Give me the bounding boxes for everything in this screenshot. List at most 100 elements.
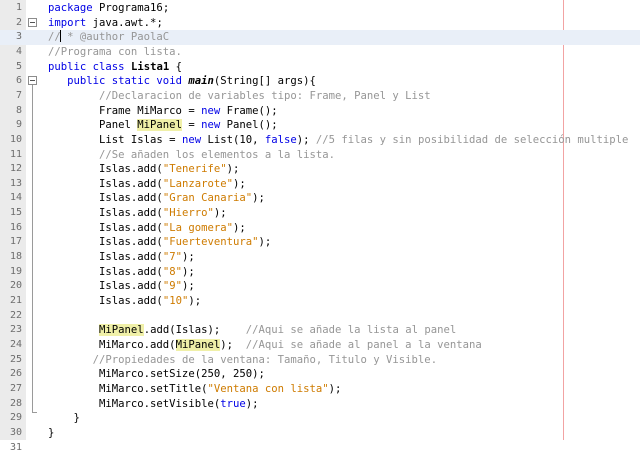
code-line[interactable]: 13 Islas.add("Lanzarote"); <box>0 177 640 192</box>
code-token: //Propiedades de la ventana: Tamaño, Tit… <box>93 354 437 366</box>
code-line[interactable]: 17 Islas.add("Fuerteventura"); <box>0 235 640 250</box>
code-token: ); <box>220 339 246 351</box>
code-text: Panel MiPanel = new Panel(); <box>48 118 278 133</box>
code-line[interactable]: 30} <box>0 426 640 441</box>
code-line[interactable]: 1package Programa16; <box>0 1 640 16</box>
code-token: MiPanel <box>176 339 221 351</box>
code-text: Islas.add("10"); <box>48 294 201 309</box>
code-line[interactable]: 2import java.awt.*; <box>0 16 640 31</box>
code-token <box>48 354 93 366</box>
line-number: 9 <box>0 118 22 133</box>
code-token <box>48 149 99 161</box>
code-line[interactable]: 29 } <box>0 411 640 426</box>
code-line[interactable]: 16 Islas.add("La gomera"); <box>0 221 640 236</box>
code-token: java.awt.*; <box>86 17 163 29</box>
code-line[interactable]: 24 MiMarco.add(MiPanel); //Aqui se añade… <box>0 338 640 353</box>
code-token: Frame MiMarco = <box>48 105 201 117</box>
code-token: "Lanzarote" <box>163 178 233 190</box>
code-token <box>48 75 67 87</box>
line-number: 3 <box>0 30 22 45</box>
code-line[interactable]: 7 //Declaracion de variables tipo: Frame… <box>0 89 640 104</box>
code-token: MiMarco.add( <box>48 339 176 351</box>
code-line[interactable]: 14 Islas.add("Gran Canaria"); <box>0 191 640 206</box>
code-token: ); <box>233 222 246 234</box>
line-number: 19 <box>0 265 22 280</box>
code-line[interactable]: 21 Islas.add("10"); <box>0 294 640 309</box>
line-number: 8 <box>0 104 22 119</box>
code-text: Islas.add("Tenerife"); <box>48 162 239 177</box>
code-line[interactable]: 4//Programa con lista. <box>0 45 640 60</box>
code-text: MiPanel.add(Islas); //Aqui se añade la l… <box>48 323 456 338</box>
code-token: "10" <box>163 295 189 307</box>
code-text: Islas.add("Fuerteventura"); <box>48 235 271 250</box>
code-token: ); <box>227 163 240 175</box>
code-token: Islas.add( <box>48 163 163 175</box>
code-line[interactable]: 3 // * @author PaolaC <box>0 30 640 45</box>
code-token: Islas.add( <box>48 207 163 219</box>
code-line[interactable]: 9 Panel MiPanel = new Panel(); <box>0 118 640 133</box>
code-line[interactable]: 18 Islas.add("7"); <box>0 250 640 265</box>
code-text: List Islas = new List(10, false); //5 fi… <box>48 133 628 148</box>
code-token: { <box>169 61 182 73</box>
code-line[interactable]: 23 MiPanel.add(Islas); //Aqui se añade l… <box>0 323 640 338</box>
line-number: 20 <box>0 279 22 294</box>
code-line[interactable]: 6 public static void main(String[] args)… <box>0 74 640 89</box>
code-text: //Se añaden los elementos a la lista. <box>48 148 335 163</box>
code-token: Panel(); <box>220 119 277 131</box>
line-number: 22 <box>0 309 22 324</box>
code-token: } <box>48 412 80 424</box>
line-number: 30 <box>0 426 22 441</box>
code-text: //Declaracion de variables tipo: Frame, … <box>48 89 431 104</box>
code-line[interactable]: 27 MiMarco.setTitle("Ventana con lista")… <box>0 382 640 397</box>
code-token: main <box>188 75 214 87</box>
code-text: MiMarco.setVisible(true); <box>48 397 259 412</box>
line-number: 11 <box>0 148 22 163</box>
code-token: Islas.add( <box>48 295 163 307</box>
code-line[interactable]: 26 MiMarco.setSize(250, 250); <box>0 367 640 382</box>
code-line[interactable]: 20 Islas.add("9"); <box>0 279 640 294</box>
code-line[interactable]: 19 Islas.add("8"); <box>0 265 640 280</box>
code-editor[interactable]: 1package Programa16;2import java.awt.*;3… <box>0 0 640 440</box>
code-line[interactable]: 12 Islas.add("Tenerife"); <box>0 162 640 177</box>
code-token: Islas.add( <box>48 266 163 278</box>
code-token: } <box>48 427 54 439</box>
code-token: ); <box>258 236 271 248</box>
code-text: public static void main(String[] args){ <box>48 74 316 89</box>
code-token: //Aqui se añade la lista al panel <box>246 324 456 336</box>
code-line[interactable]: 25 //Propiedades de la ventana: Tamaño, … <box>0 353 640 368</box>
line-number: 29 <box>0 411 22 426</box>
code-token: Panel <box>48 119 137 131</box>
code-token: .add(Islas); <box>144 324 246 336</box>
code-token: ); <box>329 383 342 395</box>
code-text: Islas.add("Lanzarote"); <box>48 177 246 192</box>
code-token: "Hierro" <box>163 207 214 219</box>
code-token: package <box>48 2 93 14</box>
code-token: //Declaracion de variables tipo: Frame, … <box>99 90 431 102</box>
code-line[interactable]: 11 //Se añaden los elementos a la lista. <box>0 148 640 163</box>
code-token: ); <box>297 134 316 146</box>
code-token: import <box>48 17 86 29</box>
code-line[interactable]: 10 List Islas = new List(10, false); //5… <box>0 133 640 148</box>
code-line[interactable]: 15 Islas.add("Hierro"); <box>0 206 640 221</box>
code-text: //Programa con lista. <box>48 45 182 60</box>
code-token: List Islas = <box>48 134 182 146</box>
code-token: MiMarco.setVisible( <box>48 398 220 410</box>
line-number: 13 <box>0 177 22 192</box>
code-token: ); <box>252 192 265 204</box>
code-text: //Propiedades de la ventana: Tamaño, Tit… <box>48 353 437 368</box>
code-text: MiMarco.setTitle("Ventana con lista"); <box>48 382 341 397</box>
code-token: true <box>220 398 246 410</box>
line-number: 6 <box>0 74 22 89</box>
code-token: Islas.add( <box>48 178 163 190</box>
code-line[interactable]: 28 MiMarco.setVisible(true); <box>0 397 640 412</box>
code-line[interactable]: 5public class Lista1 { <box>0 60 640 75</box>
code-line[interactable]: 8 Frame MiMarco = new Frame(); <box>0 104 640 119</box>
code-token: false <box>265 134 297 146</box>
code-token: Islas.add( <box>48 280 163 292</box>
code-token: MiMarco.setTitle( <box>48 383 207 395</box>
code-line[interactable]: 22 <box>0 309 640 324</box>
line-number: 10 <box>0 133 22 148</box>
code-token: // * @author PaolaC <box>48 31 169 43</box>
code-token: "Gran Canaria" <box>163 192 252 204</box>
code-line[interactable]: 31 <box>0 441 640 455</box>
